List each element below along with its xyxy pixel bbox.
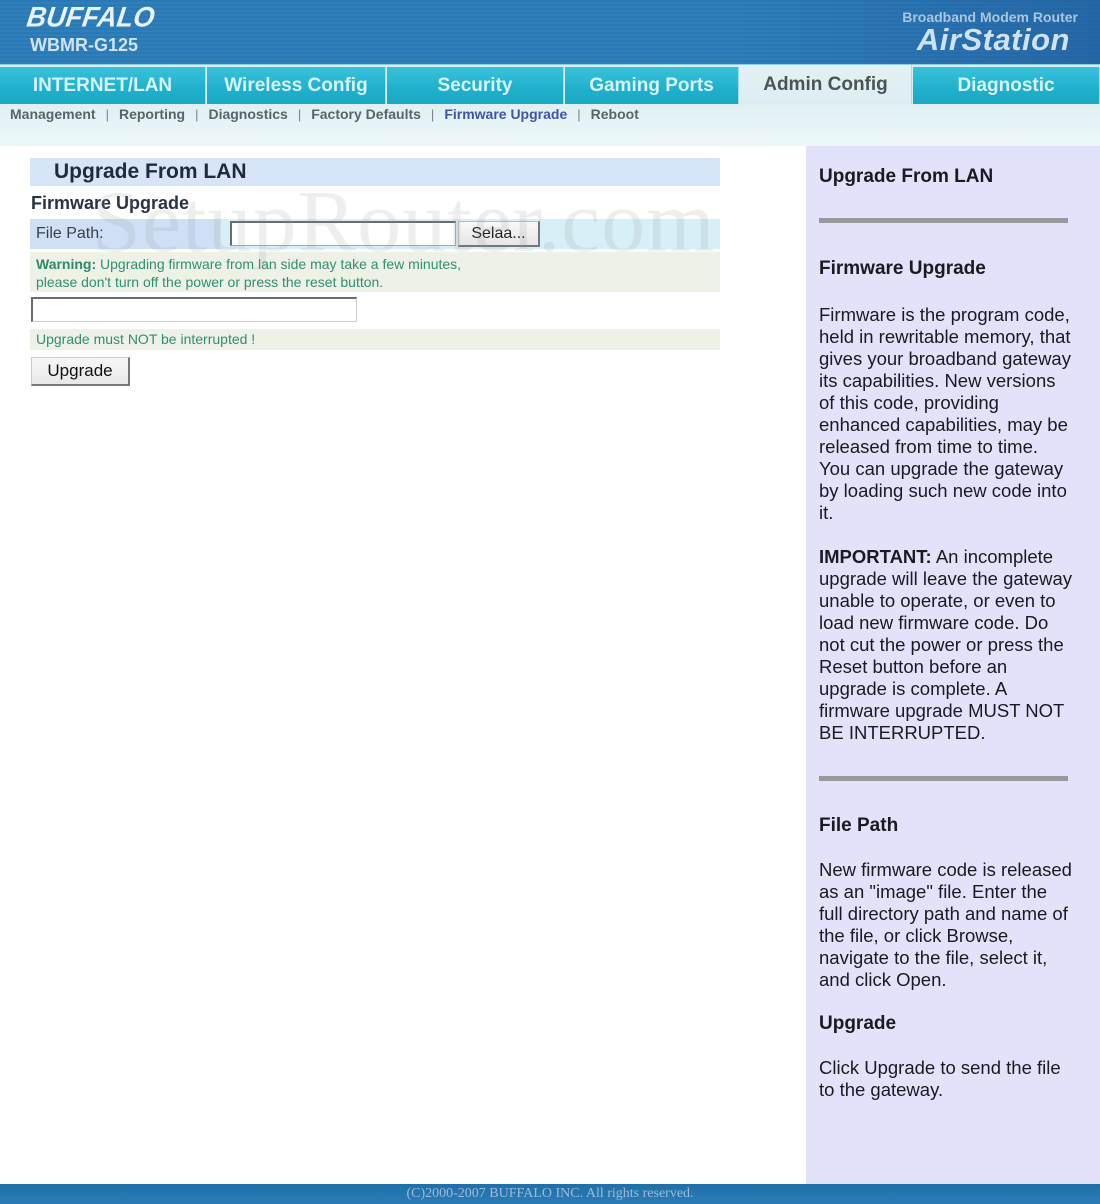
help-title-upgrade: Upgrade [819, 1013, 897, 1034]
subnav-reboot[interactable]: Reboot [591, 106, 639, 122]
section-title: Upgrade From LAN [30, 158, 720, 186]
help-title-upgrade-lan: Upgrade From LAN [819, 166, 994, 187]
subnav-separator: | [297, 106, 302, 122]
warning-text-line2: please don't turn off the power or press… [36, 274, 384, 290]
warning-text-line1: Upgrading firmware from lan side may tak… [96, 256, 462, 272]
model-name: WBMR-G125 [30, 35, 139, 55]
subnav-separator: | [430, 106, 435, 122]
sub-navigation: Management | Reporting | Diagnostics | F… [0, 104, 1100, 146]
footer: (C)2000-2007 BUFFALO INC. All rights res… [0, 1184, 1100, 1204]
subnav-firmware-upgrade[interactable]: Firmware Upgrade [444, 106, 567, 122]
file-path-input[interactable] [230, 221, 456, 246]
help-text-important: IMPORTANT: An incomplete upgrade will le… [819, 546, 1074, 744]
subnav-separator: | [105, 106, 109, 122]
warning-message: Warning: Upgrading firmware from lan sid… [30, 252, 720, 292]
tab-diagnostic[interactable]: Diagnostic [913, 67, 1100, 105]
file-path-row: File Path: Selaa... [30, 219, 720, 249]
tab-wireless-config[interactable]: Wireless Config [207, 67, 386, 105]
help-text-upgrade: Click Upgrade to send the file to the ga… [819, 1057, 1061, 1100]
help-panel: Upgrade From LAN Firmware Upgrade Firmwa… [806, 146, 1100, 1184]
tab-internet-lan[interactable]: INTERNET/LAN [0, 67, 206, 105]
browse-button[interactable]: Selaa... [458, 221, 540, 247]
buffalo-logo: BUFFALO [24, 1, 157, 33]
copyright-text: (C)2000-2007 BUFFALO INC. All rights res… [406, 1186, 694, 1201]
tab-admin-config[interactable]: Admin Config [740, 65, 912, 105]
file-path-label: File Path: [30, 219, 220, 249]
important-text: An incomplete upgrade will leave the gat… [819, 546, 1072, 743]
tab-security[interactable]: Security [387, 67, 564, 105]
subnav-factory-defaults[interactable]: Factory Defaults [311, 106, 421, 122]
help-text-firmware: Firmware is the program code, held in re… [819, 304, 1071, 523]
upgrade-status-field [31, 297, 357, 322]
subnav-diagnostics[interactable]: Diagnostics [208, 106, 287, 122]
important-label: IMPORTANT: [819, 546, 932, 567]
interrupt-note: Upgrade must NOT be interrupted ! [30, 329, 720, 350]
help-text-file-path: New firmware code is released as an "ima… [819, 859, 1072, 990]
help-divider [819, 218, 1068, 223]
warning-label: Warning: [36, 256, 97, 272]
main-content: Upgrade From LAN Firmware Upgrade File P… [0, 146, 806, 1184]
subnav-management[interactable]: Management [10, 106, 96, 122]
help-divider [819, 776, 1068, 781]
subnav-separator: | [195, 106, 199, 122]
header-banner: BUFFALO WBMR-G125 Broadband Modem Router… [0, 0, 1100, 64]
tab-gaming-ports[interactable]: Gaming Ports [565, 67, 739, 105]
upgrade-button[interactable]: Upgrade [31, 357, 130, 386]
subnav-separator: | [577, 106, 581, 122]
help-title-file-path: File Path [819, 815, 899, 836]
help-title-firmware: Firmware Upgrade [819, 258, 986, 279]
airstation-logo: AirStation [916, 22, 1070, 57]
subnav-reporting[interactable]: Reporting [119, 106, 185, 122]
subsection-title: Firmware Upgrade [31, 193, 190, 213]
main-tab-bar: INTERNET/LAN Wireless Config Security Ga… [0, 64, 1100, 105]
